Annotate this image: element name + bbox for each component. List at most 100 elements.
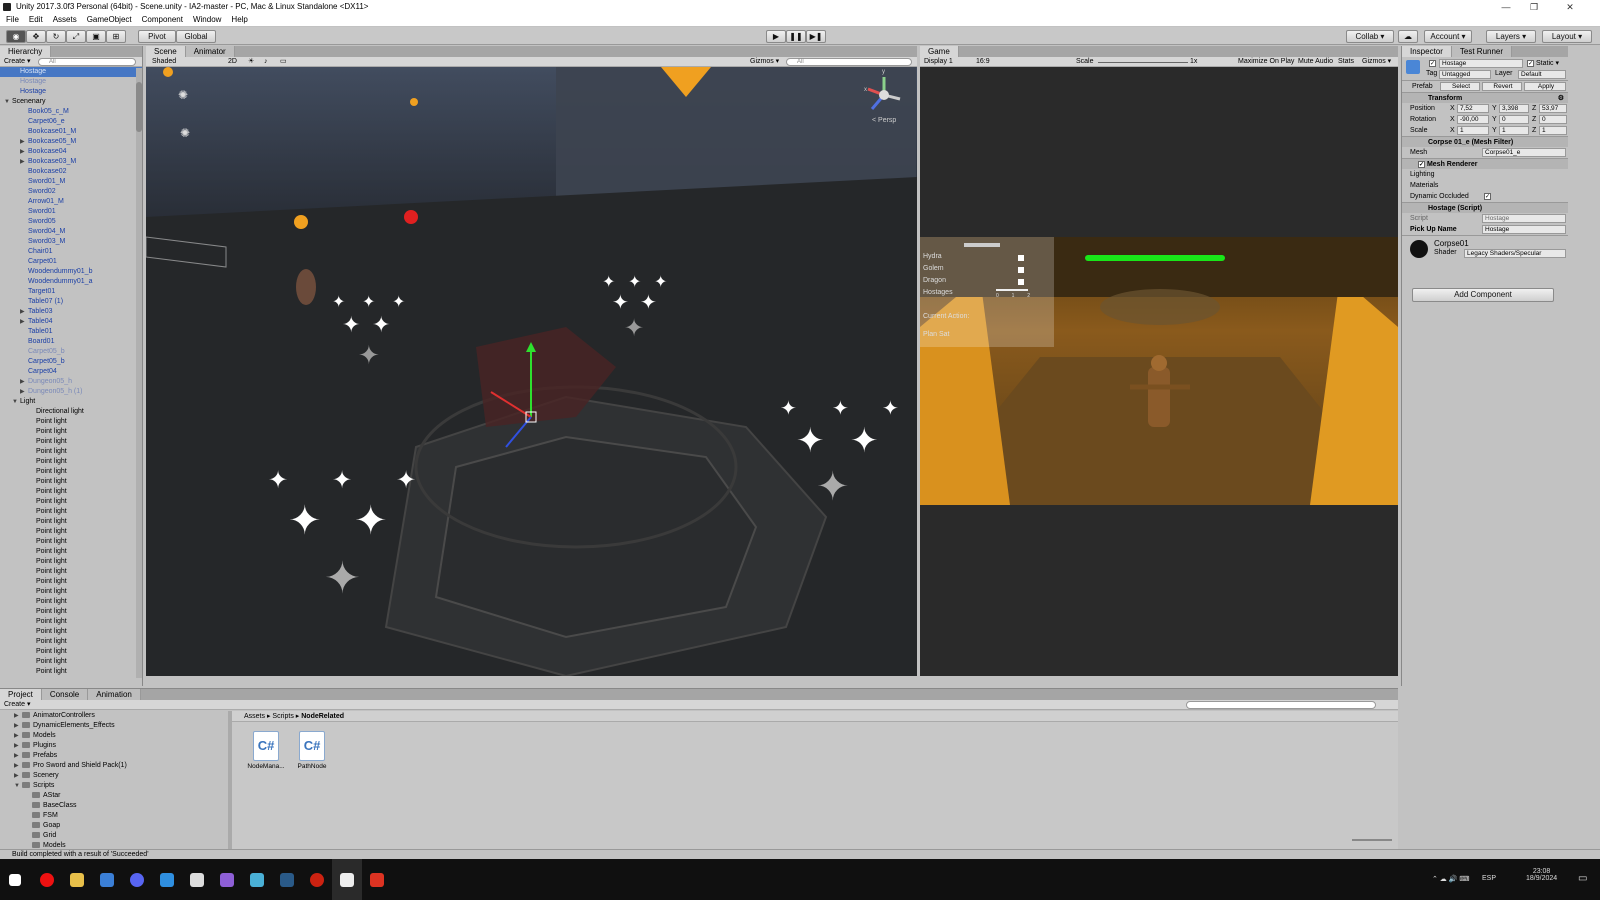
waypoint-icon[interactable]: ✦: [654, 275, 667, 291]
tab-animator[interactable]: Animator: [185, 46, 235, 57]
hierarchy-item[interactable]: Sword01_M: [0, 177, 142, 187]
breadcrumb-item[interactable]: Assets: [244, 713, 265, 720]
visual-studio-icon[interactable]: [152, 859, 182, 900]
scene-gizmos-dropdown[interactable]: Gizmos ▾: [750, 57, 779, 67]
transform-header[interactable]: Transform ⚙: [1402, 92, 1568, 103]
waypoint-icon[interactable]: ✦: [372, 314, 390, 336]
asset-tile[interactable]: C# PathNode: [290, 731, 334, 770]
hierarchy-item[interactable]: Directional light: [0, 407, 142, 417]
project-folder-item[interactable]: BaseClass: [0, 801, 228, 811]
hierarchy-item[interactable]: ▶ Bookcase04: [0, 147, 142, 157]
menu-help[interactable]: Help: [231, 14, 247, 26]
hierarchy-item[interactable]: Book05_c_M: [0, 107, 142, 117]
menu-window[interactable]: Window: [193, 14, 221, 26]
hierarchy-item[interactable]: Point light: [0, 447, 142, 457]
hierarchy-item[interactable]: ▶ Table04: [0, 317, 142, 327]
menu-file[interactable]: File: [6, 14, 19, 26]
tray-icons[interactable]: ⌃ ☁ 🔊 ⌨: [1432, 875, 1470, 883]
start-menu-icon[interactable]: [0, 859, 30, 900]
effects-toggle-icon[interactable]: ▭: [280, 57, 287, 67]
waypoint-icon[interactable]: ✦: [882, 399, 899, 419]
tab-animation[interactable]: Animation: [88, 689, 141, 700]
add-component-button[interactable]: Add Component: [1412, 288, 1554, 302]
breadcrumb-item[interactable]: Scripts: [272, 713, 293, 720]
hierarchy-item[interactable]: Sword02: [0, 187, 142, 197]
project-folder-item[interactable]: Grid: [0, 831, 228, 841]
hierarchy-item[interactable]: Woodendummy01_a: [0, 277, 142, 287]
rect-tool-icon[interactable]: ▣: [86, 30, 106, 43]
project-folder-item[interactable]: ▶ Plugins: [0, 741, 228, 751]
hierarchy-item[interactable]: Point light: [0, 577, 142, 587]
waypoint-icon[interactable]: ✦: [342, 314, 360, 336]
hierarchy-item[interactable]: Target01: [0, 287, 142, 297]
foldout-arrow-icon[interactable]: ▼: [12, 397, 20, 407]
tab-game[interactable]: Game: [920, 46, 959, 57]
static-checkbox[interactable]: ✓: [1527, 60, 1534, 67]
scale-y-field[interactable]: 1: [1499, 126, 1529, 135]
scene-orientation-gizmo[interactable]: y x < Persp: [862, 69, 906, 129]
position-z-field[interactable]: 53,97: [1539, 104, 1567, 113]
foldout-arrow-icon[interactable]: ▶: [20, 377, 28, 387]
mesh-field[interactable]: Corpse01_e: [1482, 148, 1566, 157]
hierarchy-create-button[interactable]: Create ▾: [4, 57, 30, 67]
app-icon[interactable]: [242, 859, 272, 900]
tab-console[interactable]: Console: [41, 689, 89, 700]
light-gizmo-icon[interactable]: ✺: [180, 125, 190, 141]
hierarchy-item[interactable]: Point light: [0, 467, 142, 477]
hierarchy-item[interactable]: Carpet05_b: [0, 347, 142, 357]
menu-edit[interactable]: Edit: [29, 14, 43, 26]
scale-x-field[interactable]: 1: [1457, 126, 1489, 135]
waypoint-icon[interactable]: ✦: [780, 399, 797, 419]
audio-toggle-icon[interactable]: ♪: [264, 57, 268, 67]
waypoint-icon[interactable]: ✦: [268, 469, 288, 493]
foldout-arrow-icon[interactable]: ▼: [4, 97, 12, 107]
aspect-dropdown[interactable]: 16:9: [976, 57, 990, 67]
stats-toggle[interactable]: Stats: [1338, 57, 1354, 67]
shading-dropdown[interactable]: Shaded: [152, 57, 176, 67]
hierarchy-item[interactable]: Bookcase01_M: [0, 127, 142, 137]
foldout-arrow-icon[interactable]: ▶: [14, 771, 22, 781]
waypoint-icon[interactable]: ✦: [796, 424, 825, 458]
hierarchy-scrollbar[interactable]: [136, 68, 142, 678]
hierarchy-item[interactable]: Point light: [0, 627, 142, 637]
hierarchy-item[interactable]: Sword01: [0, 207, 142, 217]
prefab-apply-button[interactable]: Apply: [1524, 82, 1566, 91]
step-button[interactable]: ▶❚: [806, 30, 826, 43]
mode-2d-toggle[interactable]: 2D: [228, 57, 237, 67]
hostages-slider[interactable]: [996, 289, 1028, 291]
rotation-x-field[interactable]: -90,00: [1457, 115, 1489, 124]
unity-taskbar-icon[interactable]: [332, 859, 362, 900]
account-dropdown[interactable]: Account ▾: [1424, 30, 1472, 43]
hierarchy-item[interactable]: Point light: [0, 657, 142, 667]
hierarchy-item[interactable]: Point light: [0, 487, 142, 497]
hierarchy-item[interactable]: Point light: [0, 427, 142, 437]
menu-component[interactable]: Component: [142, 14, 183, 26]
waypoint-icon[interactable]: ✦: [850, 424, 879, 458]
position-x-field[interactable]: 7,52: [1457, 104, 1489, 113]
project-folder-item[interactable]: ▶ DynamicElements_Effects: [0, 721, 228, 731]
hierarchy-item[interactable]: ▶ Dungeon05_h (1): [0, 387, 142, 397]
waypoint-icon[interactable]: ✦: [396, 469, 416, 493]
hierarchy-item[interactable]: ▶ Bookcase05_M: [0, 137, 142, 147]
hierarchy-item[interactable]: Bookcase02: [0, 167, 142, 177]
steam-icon[interactable]: [272, 859, 302, 900]
waypoint-icon[interactable]: ✦: [332, 295, 345, 311]
waypoint-icon[interactable]: ✦: [288, 501, 322, 541]
notifications-icon[interactable]: ▭: [1578, 873, 1587, 884]
hierarchy-item[interactable]: Point light: [0, 497, 142, 507]
hierarchy-item[interactable]: Point light: [0, 537, 142, 547]
language-indicator[interactable]: ESP: [1482, 875, 1496, 882]
meshrenderer-header[interactable]: ✓ Mesh Renderer: [1402, 158, 1568, 169]
icon-size-slider[interactable]: [1352, 839, 1392, 841]
foldout-arrow-icon[interactable]: ▶: [20, 307, 28, 317]
hierarchy-item[interactable]: Point light: [0, 607, 142, 617]
scale-z-field[interactable]: 1: [1539, 126, 1567, 135]
shader-dropdown[interactable]: Legacy Shaders/Specular: [1464, 249, 1566, 258]
layer-dropdown[interactable]: Default: [1518, 70, 1566, 79]
foldout-arrow-icon[interactable]: ▼: [14, 781, 22, 791]
maximize-button[interactable]: ❐: [1520, 0, 1548, 14]
scale-tool-icon[interactable]: ⤢: [66, 30, 86, 43]
hierarchy-item[interactable]: Table07 (1): [0, 297, 142, 307]
game-gizmos-dropdown[interactable]: Gizmos ▾: [1362, 57, 1391, 67]
project-folder-item[interactable]: ▼ Scripts: [0, 781, 228, 791]
